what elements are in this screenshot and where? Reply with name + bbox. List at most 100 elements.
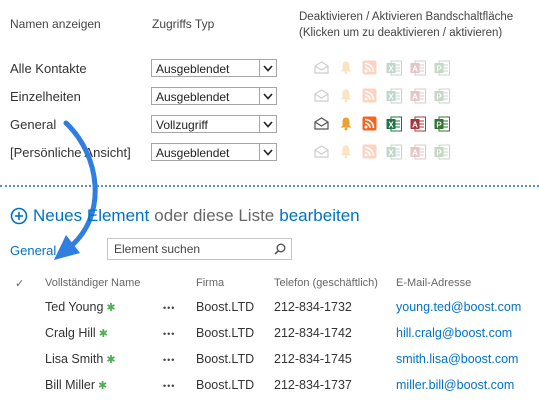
access-icon[interactable]: A: [409, 143, 426, 160]
ribbon-toggle-group: XAP: [313, 143, 450, 160]
new-item-star-icon: ✱: [106, 354, 116, 366]
ribbon-toggle-group: XAP: [313, 59, 450, 76]
bell-icon[interactable]: [337, 59, 354, 76]
item-menu-icon[interactable]: •••: [163, 303, 175, 313]
view-name-label: Einzelheiten: [10, 89, 81, 104]
contact-name[interactable]: Cralg Hill: [45, 326, 96, 340]
item-menu-icon[interactable]: •••: [163, 329, 175, 339]
search-icon[interactable]: [274, 243, 286, 255]
access-type-select[interactable]: Ausgeblendet: [151, 143, 277, 161]
svg-text:P: P: [436, 64, 442, 73]
company-cell: Boost.LTD: [196, 378, 255, 392]
access-type-select[interactable]: Vollzugriff: [151, 115, 277, 133]
envelope-icon[interactable]: [313, 115, 330, 132]
envelope-icon[interactable]: [313, 59, 330, 76]
or-text: oder diese Liste: [154, 206, 275, 225]
bell-icon[interactable]: [337, 143, 354, 160]
new-item-link[interactable]: Neues Element: [33, 206, 149, 226]
item-menu-icon[interactable]: •••: [163, 355, 175, 365]
new-item-star-icon: ✱: [98, 328, 108, 340]
column-header-phone[interactable]: Telefon (geschäftlich): [274, 277, 378, 289]
email-link[interactable]: young.ted@boost.com: [396, 300, 521, 314]
svg-text:A: A: [412, 64, 418, 73]
column-header-name[interactable]: Vollständiger Name: [45, 277, 140, 289]
header-toggle-line2: (Klicken um zu deaktivieren / aktivieren…: [299, 27, 503, 39]
svg-text:A: A: [412, 148, 418, 157]
chevron-down-icon[interactable]: [259, 116, 276, 132]
excel-icon[interactable]: X: [385, 115, 402, 132]
header-access-type: Zugriffs Typ: [152, 17, 215, 31]
access-type-select[interactable]: Ausgeblendet: [151, 59, 277, 77]
company-cell: Boost.LTD: [196, 352, 255, 366]
svg-text:P: P: [436, 148, 442, 157]
excel-icon[interactable]: X: [385, 59, 402, 76]
new-item-bar: Neues Element oder diese Liste bearbeite…: [10, 206, 360, 226]
envelope-icon[interactable]: [313, 87, 330, 104]
chevron-down-icon[interactable]: [259, 88, 276, 104]
ribbon-toggle-group: XAP: [313, 115, 450, 132]
phone-cell: 212-834-1742: [274, 326, 352, 340]
phone-cell: 212-834-1737: [274, 378, 352, 392]
email-link[interactable]: miller.bill@boost.com: [396, 378, 514, 392]
svg-text:X: X: [388, 148, 394, 157]
current-view-link[interactable]: General: [10, 243, 56, 258]
email-link[interactable]: smith.lisa@boost.com: [396, 352, 518, 366]
ribbon-toggle-group: XAP: [313, 87, 450, 104]
access-type-select[interactable]: Ausgeblendet: [151, 87, 277, 105]
item-menu-icon[interactable]: •••: [163, 381, 175, 391]
edit-list-link[interactable]: bearbeiten: [279, 206, 359, 226]
header-toggle-line1: Deaktivieren / Aktivieren Bandschaltfläc…: [299, 11, 514, 23]
new-item-star-icon: ✱: [98, 380, 108, 392]
rss-icon[interactable]: [361, 59, 378, 76]
rss-icon[interactable]: [361, 87, 378, 104]
access-type-value: Ausgeblendet: [156, 146, 230, 160]
svg-text:X: X: [388, 92, 394, 101]
company-cell: Boost.LTD: [196, 300, 255, 314]
view-name-label: Alle Kontakte: [10, 61, 87, 76]
access-type-value: Ausgeblendet: [156, 90, 230, 104]
contact-name[interactable]: Ted Young: [45, 300, 103, 314]
contact-name-cell[interactable]: Bill Miller ✱: [45, 378, 107, 392]
contact-name[interactable]: Bill Miller: [45, 378, 95, 392]
access-type-value: Vollzugriff: [156, 118, 208, 132]
svg-text:X: X: [388, 64, 394, 73]
contact-name-cell[interactable]: Lisa Smith ✱: [45, 352, 116, 366]
email-link[interactable]: hill.cralg@boost.com: [396, 326, 512, 340]
phone-cell: 212-834-1745: [274, 352, 352, 366]
envelope-icon[interactable]: [313, 143, 330, 160]
svg-text:P: P: [436, 120, 442, 129]
bell-icon[interactable]: [337, 87, 354, 104]
contact-name-cell[interactable]: Ted Young ✱: [45, 300, 116, 314]
select-all-check[interactable]: ✓: [15, 277, 24, 290]
access-icon[interactable]: A: [409, 59, 426, 76]
project-icon[interactable]: P: [433, 143, 450, 160]
search-input[interactable]: Element suchen: [107, 238, 292, 260]
chevron-down-icon[interactable]: [259, 144, 276, 160]
access-icon[interactable]: A: [409, 115, 426, 132]
chevron-down-icon[interactable]: [259, 60, 276, 76]
svg-text:X: X: [388, 120, 394, 129]
access-type-value: Ausgeblendet: [156, 62, 230, 76]
company-cell: Boost.LTD: [196, 326, 255, 340]
header-view-name: Namen anzeigen: [10, 17, 101, 31]
phone-cell: 212-834-1732: [274, 300, 352, 314]
column-header-company[interactable]: Firma: [196, 277, 224, 289]
project-icon[interactable]: P: [433, 115, 450, 132]
column-header-email[interactable]: E-Mail-Adresse: [396, 277, 471, 289]
excel-icon[interactable]: X: [385, 143, 402, 160]
svg-text:A: A: [412, 120, 418, 129]
bell-icon[interactable]: [337, 115, 354, 132]
project-icon[interactable]: P: [433, 87, 450, 104]
svg-text:A: A: [412, 92, 418, 101]
new-item-star-icon: ✱: [106, 302, 116, 314]
contact-name[interactable]: Lisa Smith: [45, 352, 103, 366]
rss-icon[interactable]: [361, 115, 378, 132]
excel-icon[interactable]: X: [385, 87, 402, 104]
add-circle-icon[interactable]: [10, 207, 28, 225]
svg-text:P: P: [436, 92, 442, 101]
contact-name-cell[interactable]: Cralg Hill ✱: [45, 326, 108, 340]
access-icon[interactable]: A: [409, 87, 426, 104]
project-icon[interactable]: P: [433, 59, 450, 76]
rss-icon[interactable]: [361, 143, 378, 160]
search-placeholder: Element suchen: [114, 242, 201, 256]
